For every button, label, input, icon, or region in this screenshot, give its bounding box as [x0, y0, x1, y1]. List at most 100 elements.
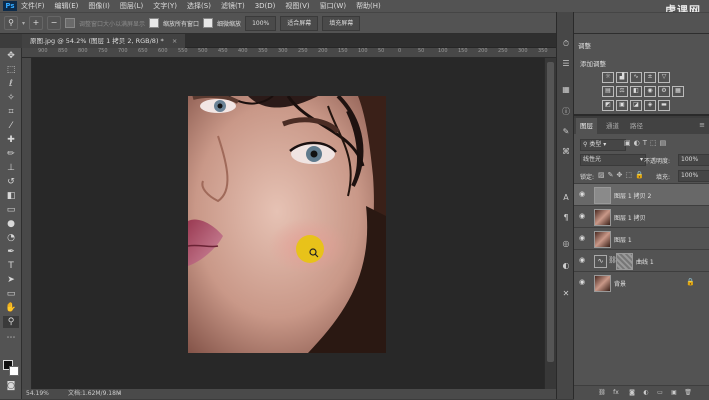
clone-stamp-icon[interactable]: ⊥ [3, 162, 19, 174]
posterize-icon[interactable]: ▣ [616, 100, 628, 111]
close-tab-icon[interactable]: × [172, 37, 177, 45]
curves-icon[interactable]: ∿ [630, 72, 642, 83]
background-color-swatch[interactable] [9, 366, 19, 376]
link-layers-icon[interactable]: ⛓ [598, 389, 606, 397]
lasso-tool-icon[interactable]: ℓ [3, 78, 19, 90]
menu-3d[interactable]: 3D(D) [255, 2, 276, 10]
zoom-all-checkbox[interactable] [149, 18, 160, 28]
layer-row[interactable]: ◉ 图层 1 拷贝 [574, 205, 709, 228]
history-brush-icon[interactable]: ↺ [3, 176, 19, 188]
vertical-scrollbar[interactable] [544, 58, 556, 389]
blur-tool-icon[interactable]: ● [3, 218, 19, 230]
paragraph-icon[interactable]: ¶ [560, 212, 572, 224]
dodge-tool-icon[interactable]: ◔ [3, 232, 19, 244]
eyedropper-icon[interactable]: ⁄ [3, 120, 19, 132]
quick-select-icon[interactable]: ✧ [3, 92, 19, 104]
status-zoom[interactable]: 54.19% [26, 389, 49, 399]
lock-icons[interactable]: ▨✎✥⬚🔒 [598, 171, 647, 179]
layer-filter-select[interactable]: ⚲ 类型 ▾ [580, 139, 626, 151]
rectangle-tool-icon[interactable]: ▭ [3, 288, 19, 300]
layer-name[interactable]: 图层 1 [614, 235, 632, 244]
move-tool-icon[interactable]: ✥ [3, 50, 19, 62]
menu-window[interactable]: 窗口(W) [320, 1, 346, 11]
menu-edit[interactable]: 编辑(E) [55, 1, 79, 11]
tab-channels[interactable]: 通道 [602, 118, 623, 134]
threshold-icon[interactable]: ◪ [630, 100, 642, 111]
menu-help[interactable]: 帮助(H) [356, 1, 381, 11]
panel-menu-icon[interactable]: ≡ [699, 121, 705, 129]
properties-icon[interactable]: ☰ [560, 58, 572, 70]
resize-window-checkbox[interactable] [65, 18, 76, 28]
visibility-eye-icon[interactable]: ◉ [579, 235, 587, 242]
layer-row[interactable]: ◉ 背景 🔒 [574, 271, 709, 294]
vibrance-icon[interactable]: ▽ [658, 72, 670, 83]
status-arrow-icon[interactable]: ▸ [118, 389, 121, 399]
color-icon[interactable]: ◐ [560, 260, 572, 272]
new-layer-icon[interactable]: ▣ [670, 389, 678, 397]
visibility-eye-icon[interactable]: ◉ [579, 213, 587, 220]
menu-select[interactable]: 选择(S) [187, 1, 211, 11]
pen-tool-icon[interactable]: ✒ [3, 246, 19, 258]
fit-screen-button[interactable]: 适合屏幕 [280, 15, 319, 31]
layer-row[interactable]: ◉ 图层 1 拷贝 2 [574, 183, 709, 206]
navigator-icon[interactable]: ◎ [560, 238, 572, 250]
delete-layer-icon[interactable]: 🗑 [684, 389, 692, 397]
tools-icon[interactable]: ✕ [560, 288, 572, 300]
add-mask-icon[interactable]: ◙ [628, 389, 636, 397]
info-icon[interactable]: ⓘ [560, 106, 572, 118]
menu-layer[interactable]: 图层(L) [120, 1, 143, 11]
invert-icon[interactable]: ◩ [602, 100, 614, 111]
menu-type[interactable]: 文字(Y) [153, 1, 177, 11]
selective-color-icon[interactable]: ◈ [644, 100, 656, 111]
layer-row[interactable]: ◉ ∿ ⛓ 曲线 1 [574, 249, 709, 272]
layer-comps-icon[interactable]: ▦ [560, 84, 572, 96]
scrollbar-thumb[interactable] [547, 62, 554, 362]
gradient-map-icon[interactable]: ▬ [658, 100, 670, 111]
visibility-eye-icon[interactable]: ◉ [579, 279, 587, 286]
layer-name[interactable]: 图层 1 拷贝 [614, 213, 646, 222]
history-icon[interactable]: ⏱ [560, 38, 572, 50]
channel-mixer-icon[interactable]: ⚙ [658, 86, 670, 97]
menu-file[interactable]: 文件(F) [21, 1, 45, 11]
layer-name[interactable]: 背景 [614, 279, 626, 288]
healing-brush-icon[interactable]: ✚ [3, 134, 19, 146]
type-tool-icon[interactable]: T [3, 260, 19, 272]
dropdown-arrow-icon[interactable]: ▾ [22, 20, 25, 27]
visibility-eye-icon[interactable]: ◉ [579, 191, 587, 198]
character-icon[interactable]: A [560, 192, 572, 204]
photo-filter-icon[interactable]: ◉ [644, 86, 656, 97]
hand-tool-icon[interactable]: ✋ [3, 302, 19, 314]
blend-mode-select[interactable]: 线性光 ▾ [580, 154, 646, 166]
tab-paths[interactable]: 路径 [626, 118, 647, 134]
fill-input[interactable]: 100% [678, 170, 709, 182]
quick-mask-icon[interactable]: ◙ [3, 380, 19, 392]
layer-name[interactable]: 图层 1 拷贝 2 [614, 191, 651, 200]
zoom-tool-icon[interactable]: ⚲ [3, 316, 19, 328]
color-lookup-icon[interactable]: ▦ [672, 86, 684, 97]
marquee-tool-icon[interactable]: ⬚ [3, 64, 19, 76]
scrubby-zoom-checkbox[interactable] [203, 18, 214, 28]
zoom-100-button[interactable]: 100% [245, 15, 277, 31]
document-tab[interactable]: 原图.jpg @ 54.2% (图层 1 拷贝 2, RGB/8) * × [22, 34, 186, 48]
exposure-icon[interactable]: ± [644, 72, 656, 83]
gradient-tool-icon[interactable]: ▭ [3, 204, 19, 216]
menu-filter[interactable]: 滤镜(T) [221, 1, 245, 11]
zoom-tool-icon[interactable]: ⚲ [4, 16, 18, 30]
layer-style-icon[interactable]: fx [612, 389, 620, 397]
brightness-icon[interactable]: ☼ [602, 72, 614, 83]
zoom-in-icon[interactable]: + [29, 16, 44, 30]
brush-settings-icon[interactable]: ✎ [560, 126, 572, 138]
menu-view[interactable]: 视图(V) [285, 1, 309, 11]
fill-screen-button[interactable]: 填充屏幕 [322, 15, 361, 31]
visibility-eye-icon[interactable]: ◉ [579, 257, 587, 264]
hue-saturation-icon[interactable]: ▤ [602, 86, 614, 97]
eraser-tool-icon[interactable]: ◧ [3, 190, 19, 202]
document-image[interactable] [188, 96, 386, 353]
layer-name[interactable]: 曲线 1 [636, 257, 654, 266]
opacity-input[interactable]: 100% [678, 154, 709, 166]
menu-image[interactable]: 图像(I) [88, 1, 110, 11]
levels-icon[interactable]: ▟ [616, 72, 628, 83]
tab-layers[interactable]: 图层 [576, 118, 597, 134]
new-group-icon[interactable]: ▭ [656, 389, 664, 397]
path-select-icon[interactable]: ➤ [3, 274, 19, 286]
